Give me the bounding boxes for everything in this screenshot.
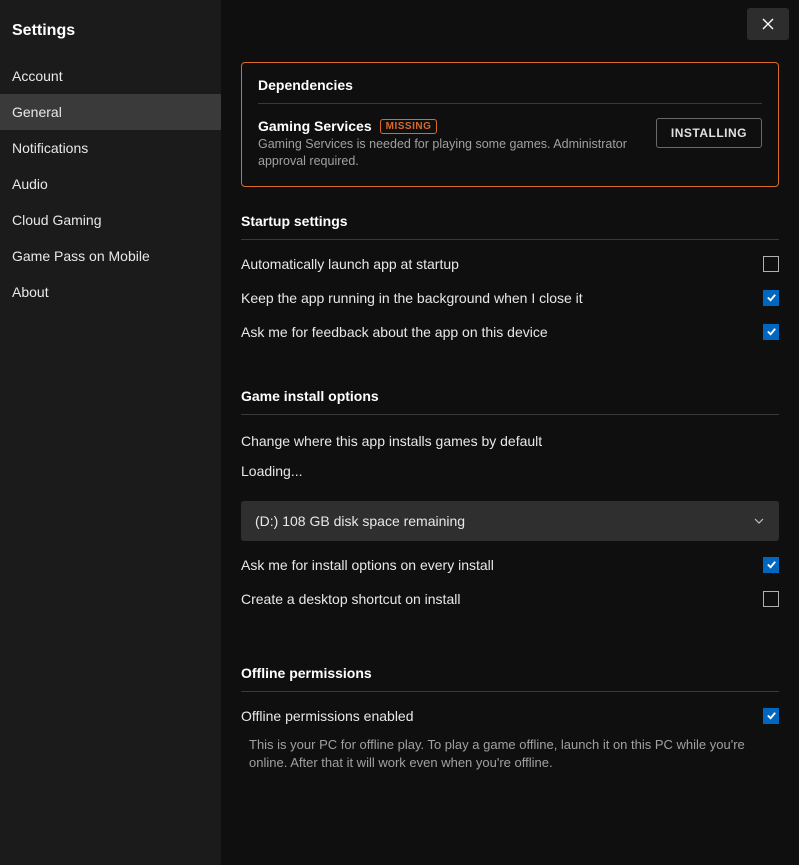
dropdown-value: (D:) 108 GB disk space remaining (255, 513, 465, 529)
checkbox-ask-feedback[interactable] (763, 324, 779, 340)
sidebar-item-game-pass-mobile[interactable]: Game Pass on Mobile (0, 238, 221, 274)
option-label: Create a desktop shortcut on install (241, 591, 460, 607)
close-button[interactable] (747, 8, 789, 40)
option-label: Ask me for feedback about the app on thi… (241, 324, 548, 340)
startup-heading: Startup settings (241, 213, 779, 240)
option-desktop-shortcut: Create a desktop shortcut on install (241, 575, 779, 609)
sidebar-title: Settings (0, 18, 221, 58)
option-label: Ask me for install options on every inst… (241, 557, 494, 573)
checkbox-keep-running-background[interactable] (763, 290, 779, 306)
sidebar-item-audio[interactable]: Audio (0, 166, 221, 202)
sidebar-item-cloud-gaming[interactable]: Cloud Gaming (0, 202, 221, 238)
offline-heading: Offline permissions (241, 665, 779, 692)
dependencies-heading: Dependencies (258, 77, 762, 104)
chevron-down-icon (753, 515, 765, 527)
dependencies-panel: Dependencies Gaming Services MISSING Gam… (241, 62, 779, 187)
sidebar-item-account[interactable]: Account (0, 58, 221, 94)
checkbox-offline-permissions[interactable] (763, 708, 779, 724)
dependency-description: Gaming Services is needed for playing so… (258, 136, 644, 170)
option-label: Offline permissions enabled (241, 708, 414, 724)
installing-button[interactable]: INSTALLING (656, 118, 762, 148)
settings-sidebar: Settings Account General Notifications A… (0, 0, 221, 865)
dependency-name: Gaming Services (258, 118, 372, 134)
sidebar-item-about[interactable]: About (0, 274, 221, 310)
missing-badge: MISSING (380, 119, 438, 134)
option-ask-feedback: Ask me for feedback about the app on thi… (241, 308, 779, 342)
checkbox-launch-at-startup[interactable] (763, 256, 779, 272)
option-label: Keep the app running in the background w… (241, 290, 583, 306)
option-launch-at-startup: Automatically launch app at startup (241, 240, 779, 274)
loading-text: Loading... (241, 463, 779, 479)
option-offline-permissions: Offline permissions enabled (241, 692, 779, 726)
checkbox-ask-install-options[interactable] (763, 557, 779, 573)
install-change-text: Change where this app installs games by … (241, 433, 779, 449)
sidebar-item-notifications[interactable]: Notifications (0, 130, 221, 166)
option-ask-install-options: Ask me for install options on every inst… (241, 541, 779, 575)
option-label: Automatically launch app at startup (241, 256, 459, 272)
checkbox-desktop-shortcut[interactable] (763, 591, 779, 607)
option-keep-running-background: Keep the app running in the background w… (241, 274, 779, 308)
settings-main: Dependencies Gaming Services MISSING Gam… (221, 0, 799, 865)
sidebar-item-general[interactable]: General (0, 94, 221, 130)
install-options-heading: Game install options (241, 388, 779, 415)
install-drive-dropdown[interactable]: (D:) 108 GB disk space remaining (241, 501, 779, 541)
offline-description: This is your PC for offline play. To pla… (241, 736, 779, 772)
close-icon (762, 18, 774, 30)
